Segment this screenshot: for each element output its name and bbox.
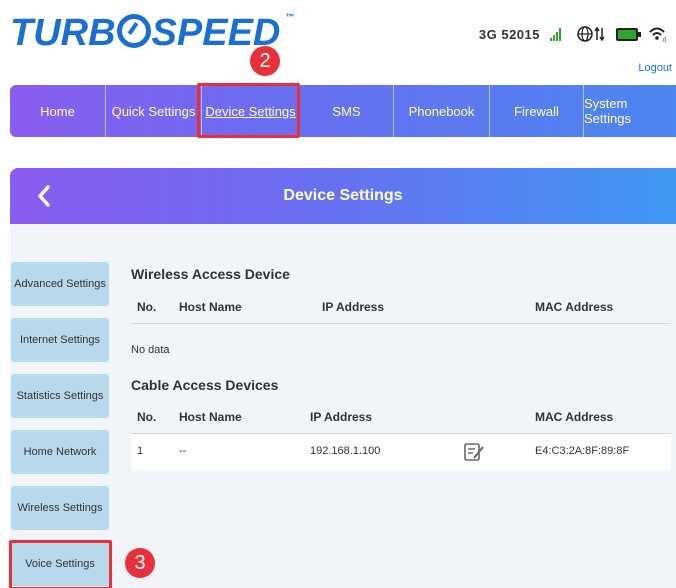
nav-label: Phonebook bbox=[408, 103, 475, 119]
nav-system-settings[interactable]: System Settings bbox=[583, 85, 676, 137]
nav-sms[interactable]: SMS bbox=[299, 85, 393, 137]
sidebar-item-label: Voice Settings bbox=[25, 558, 95, 570]
cable-row-mac: E4:C3:2A:8F:89:8F bbox=[535, 445, 630, 457]
sidebar-item-advanced-settings[interactable]: Advanced Settings bbox=[11, 262, 109, 306]
wireless-empty-text: No data bbox=[131, 344, 170, 356]
nav-label: Home bbox=[40, 103, 75, 119]
logo-text-part1: TURB bbox=[10, 12, 116, 54]
edit-icon[interactable] bbox=[463, 441, 485, 463]
brand-logo: TURB SPEED ™ bbox=[10, 12, 294, 55]
logo-o-icon bbox=[116, 14, 151, 48]
wireless-col-no: No. bbox=[137, 300, 157, 314]
sidebar-item-label: Home Network bbox=[23, 446, 97, 458]
main-nav: Home Quick Settings Device Settings SMS … bbox=[10, 85, 676, 137]
sidebar-item-home-network[interactable]: Home Network bbox=[11, 430, 109, 474]
status-bar: 3G 52015 0 bbox=[479, 22, 668, 46]
nav-label: Firewall bbox=[514, 103, 559, 119]
wireless-col-ip: IP Address bbox=[322, 300, 385, 314]
nav-label: Device Settings bbox=[205, 103, 296, 119]
cable-col-mac: MAC Address bbox=[535, 410, 614, 424]
cable-col-no: No. bbox=[137, 410, 157, 424]
nav-label: SMS bbox=[332, 103, 361, 119]
logo-trademark: ™ bbox=[285, 12, 295, 22]
nav-device-settings[interactable]: Device Settings bbox=[201, 85, 299, 137]
step-3-badge: 3 bbox=[125, 548, 155, 578]
cable-row-ip: 192.168.1.100 bbox=[310, 445, 381, 457]
nav-quick-settings[interactable]: Quick Settings bbox=[105, 85, 201, 137]
sidebar-item-label: Statistics Settings bbox=[16, 390, 104, 402]
nav-home[interactable]: Home bbox=[10, 85, 105, 137]
back-chevron-icon[interactable] bbox=[32, 182, 56, 210]
wireless-col-host: Host Name bbox=[179, 300, 242, 314]
page-title: Device Settings bbox=[283, 187, 403, 204]
sidebar-item-wireless-settings[interactable]: Wireless Settings bbox=[11, 486, 109, 530]
sidebar-item-statistics-settings[interactable]: Statistics Settings bbox=[11, 374, 109, 418]
svg-text:0: 0 bbox=[663, 38, 667, 43]
signal-strength-icon bbox=[550, 27, 566, 41]
step-2-badge: 2 bbox=[250, 46, 280, 76]
wireless-col-mac: MAC Address bbox=[535, 300, 614, 314]
network-status: 3G 52015 bbox=[478, 26, 540, 42]
nav-firewall[interactable]: Firewall bbox=[489, 85, 583, 137]
cable-section-title: Cable Access Devices bbox=[131, 377, 279, 393]
sidebar-item-label: Advanced Settings bbox=[14, 278, 106, 290]
wireless-header-divider bbox=[131, 323, 671, 324]
content-panel: Advanced Settings Internet Settings Stat… bbox=[10, 224, 676, 588]
globe-data-icon bbox=[577, 26, 605, 42]
cable-col-ip: IP Address bbox=[310, 410, 373, 424]
logout-link[interactable]: Logout bbox=[638, 62, 672, 74]
nav-label: Quick Settings bbox=[111, 103, 196, 119]
sidebar-item-internet-settings[interactable]: Internet Settings bbox=[11, 318, 109, 362]
sidebar-item-label: Internet Settings bbox=[19, 334, 101, 346]
page-header: Device Settings bbox=[10, 168, 676, 224]
nav-label: System Settings bbox=[584, 96, 631, 126]
wireless-section-title: Wireless Access Device bbox=[131, 266, 290, 282]
cable-row-no: 1 bbox=[137, 445, 144, 457]
sidebar-item-label: Wireless Settings bbox=[17, 502, 103, 514]
wifi-icon: 0 bbox=[649, 27, 667, 43]
battery-icon bbox=[616, 27, 641, 41]
cable-col-host: Host Name bbox=[179, 410, 242, 424]
sidebar-item-voice-settings[interactable]: Voice Settings bbox=[11, 542, 109, 586]
cable-row-host: -- bbox=[179, 445, 187, 457]
nav-phonebook[interactable]: Phonebook bbox=[393, 85, 489, 137]
